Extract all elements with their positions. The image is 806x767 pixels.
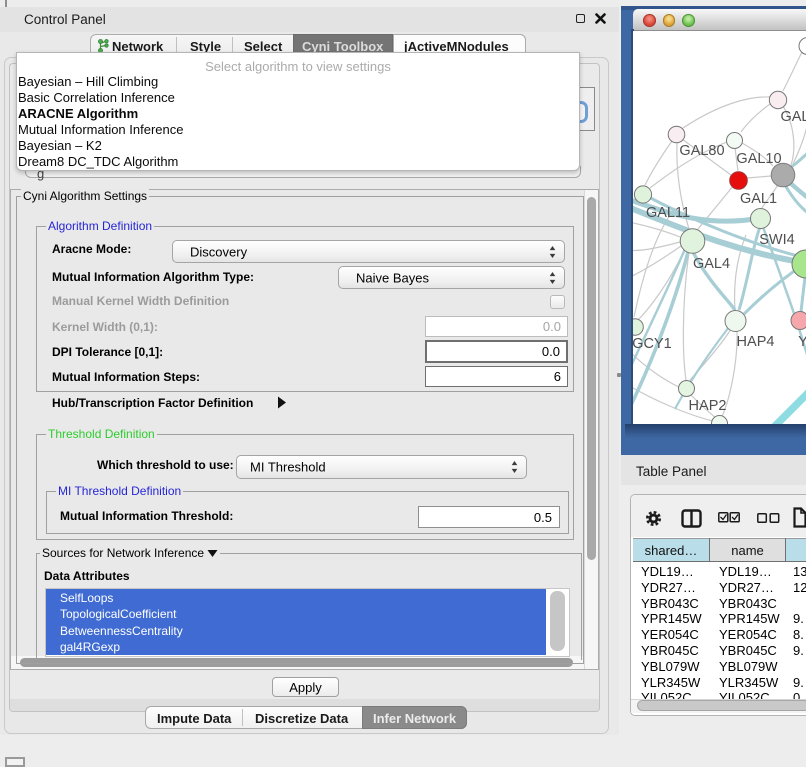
svg-text:SWI4: SWI4 <box>759 232 794 248</box>
svg-text:YL: YL <box>798 334 806 350</box>
svg-text:GAL10: GAL10 <box>736 151 781 167</box>
svg-text:GAL11: GAL11 <box>646 205 690 221</box>
svg-text:GAL4: GAL4 <box>693 256 730 272</box>
svg-text:HAP2: HAP2 <box>689 398 727 414</box>
svg-text:GCY1: GCY1 <box>633 336 672 352</box>
svg-text:GAL7: GAL7 <box>780 109 806 125</box>
svg-text:GAL1: GAL1 <box>740 191 777 207</box>
svg-text:GAL80: GAL80 <box>679 143 724 159</box>
svg-text:HAP4: HAP4 <box>737 334 775 350</box>
